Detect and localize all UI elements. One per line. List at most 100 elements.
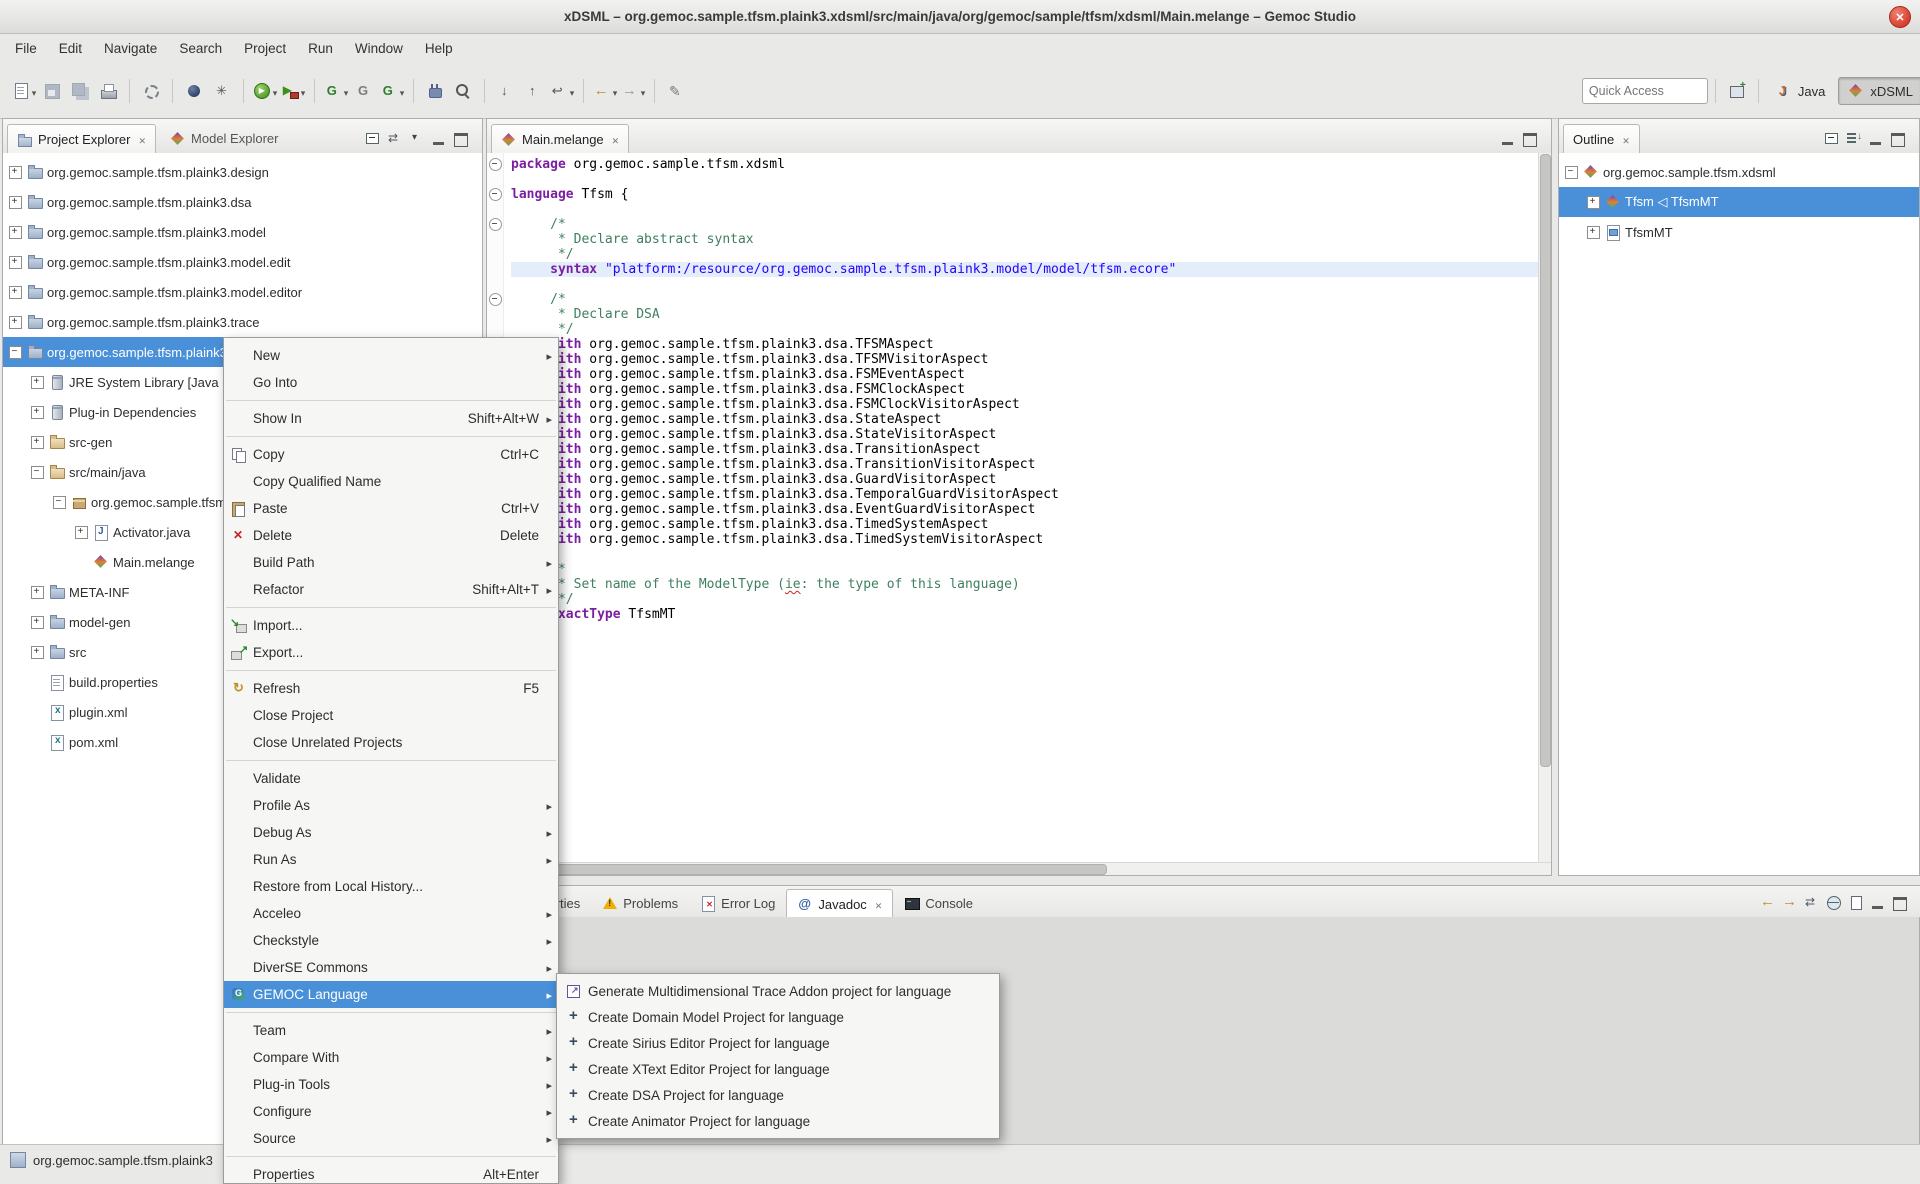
context-menu-item-copy-qualified-name[interactable]: Copy Qualified Name: [224, 468, 558, 495]
xdsml-perspective-button[interactable]: xDSML: [1838, 77, 1920, 105]
fold-collapse-icon[interactable]: [489, 218, 502, 231]
expander-icon[interactable]: [31, 436, 44, 449]
submenu-item-create-xtext-editor-project-for-language[interactable]: Create XText Editor Project for language: [557, 1056, 999, 1082]
dropdown-arrow-icon[interactable]: [639, 84, 646, 99]
expander-icon[interactable]: [31, 376, 44, 389]
run-button[interactable]: [252, 76, 278, 106]
minimize-icon[interactable]: [1867, 893, 1889, 913]
menu-navigate[interactable]: Navigate: [93, 36, 168, 61]
expander-icon[interactable]: [9, 196, 22, 209]
project-tree-item-org-gemoc-sample-tfsm-plaink3-design[interactable]: org.gemoc.sample.tfsm.plaink3.design: [3, 157, 482, 187]
back-button[interactable]: [592, 76, 618, 106]
expander-icon[interactable]: [31, 406, 44, 419]
expander-icon[interactable]: [31, 586, 44, 599]
context-menu-item-acceleo[interactable]: Acceleo: [224, 900, 558, 927]
expander-icon[interactable]: [1587, 196, 1600, 209]
last-edit-location-button[interactable]: [549, 76, 575, 106]
context-menu-item-import[interactable]: Import...: [224, 612, 558, 639]
mark-occurrences-button[interactable]: [663, 76, 689, 106]
close-tab-icon[interactable]: [872, 897, 883, 912]
expander-icon[interactable]: [9, 286, 22, 299]
java-perspective-button[interactable]: Java: [1766, 77, 1834, 105]
project-tree-item-org-gemoc-sample-tfsm-plaink3-trace[interactable]: org.gemoc.sample.tfsm.plaink3.trace: [3, 307, 482, 337]
context-menu-item-validate[interactable]: Validate: [224, 765, 558, 792]
sort-icon[interactable]: [1843, 129, 1865, 149]
submenu-item-create-sirius-editor-project-for-language[interactable]: Create Sirius Editor Project for languag…: [557, 1030, 999, 1056]
context-menu-item-show-in[interactable]: Show InShift+Alt+W: [224, 405, 558, 432]
bottom-tab-javadoc[interactable]: Javadoc: [786, 889, 893, 919]
next-annotation-button[interactable]: [493, 76, 519, 106]
submenu-item-create-animator-project-for-language[interactable]: Create Animator Project for language: [557, 1108, 999, 1134]
context-menu-item-profile-as[interactable]: Profile As: [224, 792, 558, 819]
project-tree-item-org-gemoc-sample-tfsm-plaink3-dsa[interactable]: org.gemoc.sample.tfsm.plaink3.dsa: [3, 187, 482, 217]
menu-window[interactable]: Window: [344, 36, 414, 61]
maximize-icon[interactable]: [1519, 129, 1541, 149]
gemoc-project-button[interactable]: [323, 76, 349, 106]
context-menu-item-paste[interactable]: PasteCtrl+V: [224, 495, 558, 522]
scrollbar-thumb[interactable]: [1540, 154, 1551, 767]
minimize-icon[interactable]: [1865, 129, 1887, 149]
debug-button[interactable]: [181, 76, 207, 106]
link-with-editor-icon[interactable]: [384, 129, 406, 149]
bottom-tab-problems[interactable]: Problems: [591, 888, 689, 918]
scrollbar-thumb[interactable]: [488, 864, 1107, 875]
menu-search[interactable]: Search: [168, 36, 233, 61]
open-perspective-button[interactable]: [1724, 76, 1750, 106]
expander-icon[interactable]: [9, 226, 22, 239]
print-button[interactable]: [95, 76, 121, 106]
dropdown-arrow-icon[interactable]: [398, 84, 405, 99]
dropdown-arrow-icon[interactable]: [299, 84, 306, 99]
horizontal-scrollbar[interactable]: [487, 862, 1551, 875]
expander-icon[interactable]: [1565, 166, 1578, 179]
maximize-icon[interactable]: [450, 129, 472, 149]
context-menu-item-export[interactable]: Export...: [224, 639, 558, 666]
context-menu-item-gemoc-language[interactable]: GEMOC Language: [224, 981, 558, 1008]
dropdown-arrow-icon[interactable]: [611, 84, 618, 99]
k3-builder-button[interactable]: [209, 76, 235, 106]
gemoc-language-button[interactable]: [351, 76, 377, 106]
context-menu-item-refactor[interactable]: RefactorShift+Alt+T: [224, 576, 558, 603]
menu-help[interactable]: Help: [414, 36, 464, 61]
expander-icon[interactable]: [9, 166, 22, 179]
context-menu-item-refresh[interactable]: RefreshF5: [224, 675, 558, 702]
maximize-icon[interactable]: [1889, 893, 1911, 913]
gemoc-engine-button[interactable]: [379, 76, 405, 106]
forward-button[interactable]: [620, 76, 646, 106]
forward-icon[interactable]: [1779, 893, 1801, 913]
build-all-button[interactable]: [138, 76, 164, 106]
vertical-scrollbar[interactable]: [1538, 153, 1551, 863]
outline-tree[interactable]: org.gemoc.sample.tfsm.xdsmlTfsm ◁ TfsmMT…: [1559, 153, 1919, 875]
project-tree-item-org-gemoc-sample-tfsm-plaink3-model[interactable]: org.gemoc.sample.tfsm.plaink3.model: [3, 217, 482, 247]
expander-icon[interactable]: [9, 256, 22, 269]
bottom-tab-console[interactable]: Console: [893, 888, 984, 918]
minimize-icon[interactable]: [428, 129, 450, 149]
context-menu-item-close-unrelated-projects[interactable]: Close Unrelated Projects: [224, 729, 558, 756]
menu-file[interactable]: File: [4, 36, 48, 61]
expander-icon[interactable]: [31, 616, 44, 629]
context-menu-item-plug-in-tools[interactable]: Plug-in Tools: [224, 1071, 558, 1098]
save-all-button[interactable]: [67, 76, 93, 106]
view-menu-icon[interactable]: [406, 129, 428, 149]
bottom-tab-error-log[interactable]: Error Log: [689, 888, 786, 918]
context-menu-item-compare-with[interactable]: Compare With: [224, 1044, 558, 1071]
dropdown-arrow-icon[interactable]: [30, 84, 37, 99]
fold-collapse-icon[interactable]: [489, 158, 502, 171]
dropdown-arrow-icon[interactable]: [342, 84, 349, 99]
context-menu-item-debug-as[interactable]: Debug As: [224, 819, 558, 846]
submenu-item-generate-multidimensional-trace-addon-project-for-language[interactable]: Generate Multidimensional Trace Addon pr…: [557, 978, 999, 1004]
link-with-selection-icon[interactable]: [1801, 893, 1823, 913]
collapse-all-icon[interactable]: [362, 129, 384, 149]
minimize-icon[interactable]: [1497, 129, 1519, 149]
project-tree-item-org-gemoc-sample-tfsm-plaink3-model-editor[interactable]: org.gemoc.sample.tfsm.plaink3.model.edit…: [3, 277, 482, 307]
expander-icon[interactable]: [53, 496, 66, 509]
close-tab-icon[interactable]: [609, 132, 620, 147]
close-tab-icon[interactable]: [1619, 132, 1630, 147]
maximize-icon[interactable]: [1887, 129, 1909, 149]
open-attached-javadoc-icon[interactable]: [1845, 893, 1867, 913]
dropdown-arrow-icon[interactable]: [568, 84, 575, 99]
context-menu-item-build-path[interactable]: Build Path: [224, 549, 558, 576]
outline-tree-item-tfsmmt[interactable]: TfsmMT: [1559, 217, 1919, 247]
context-menu-item-close-project[interactable]: Close Project: [224, 702, 558, 729]
menu-edit[interactable]: Edit: [48, 36, 93, 61]
project-tree-item-org-gemoc-sample-tfsm-plaink3-model-edit[interactable]: org.gemoc.sample.tfsm.plaink3.model.edit: [3, 247, 482, 277]
